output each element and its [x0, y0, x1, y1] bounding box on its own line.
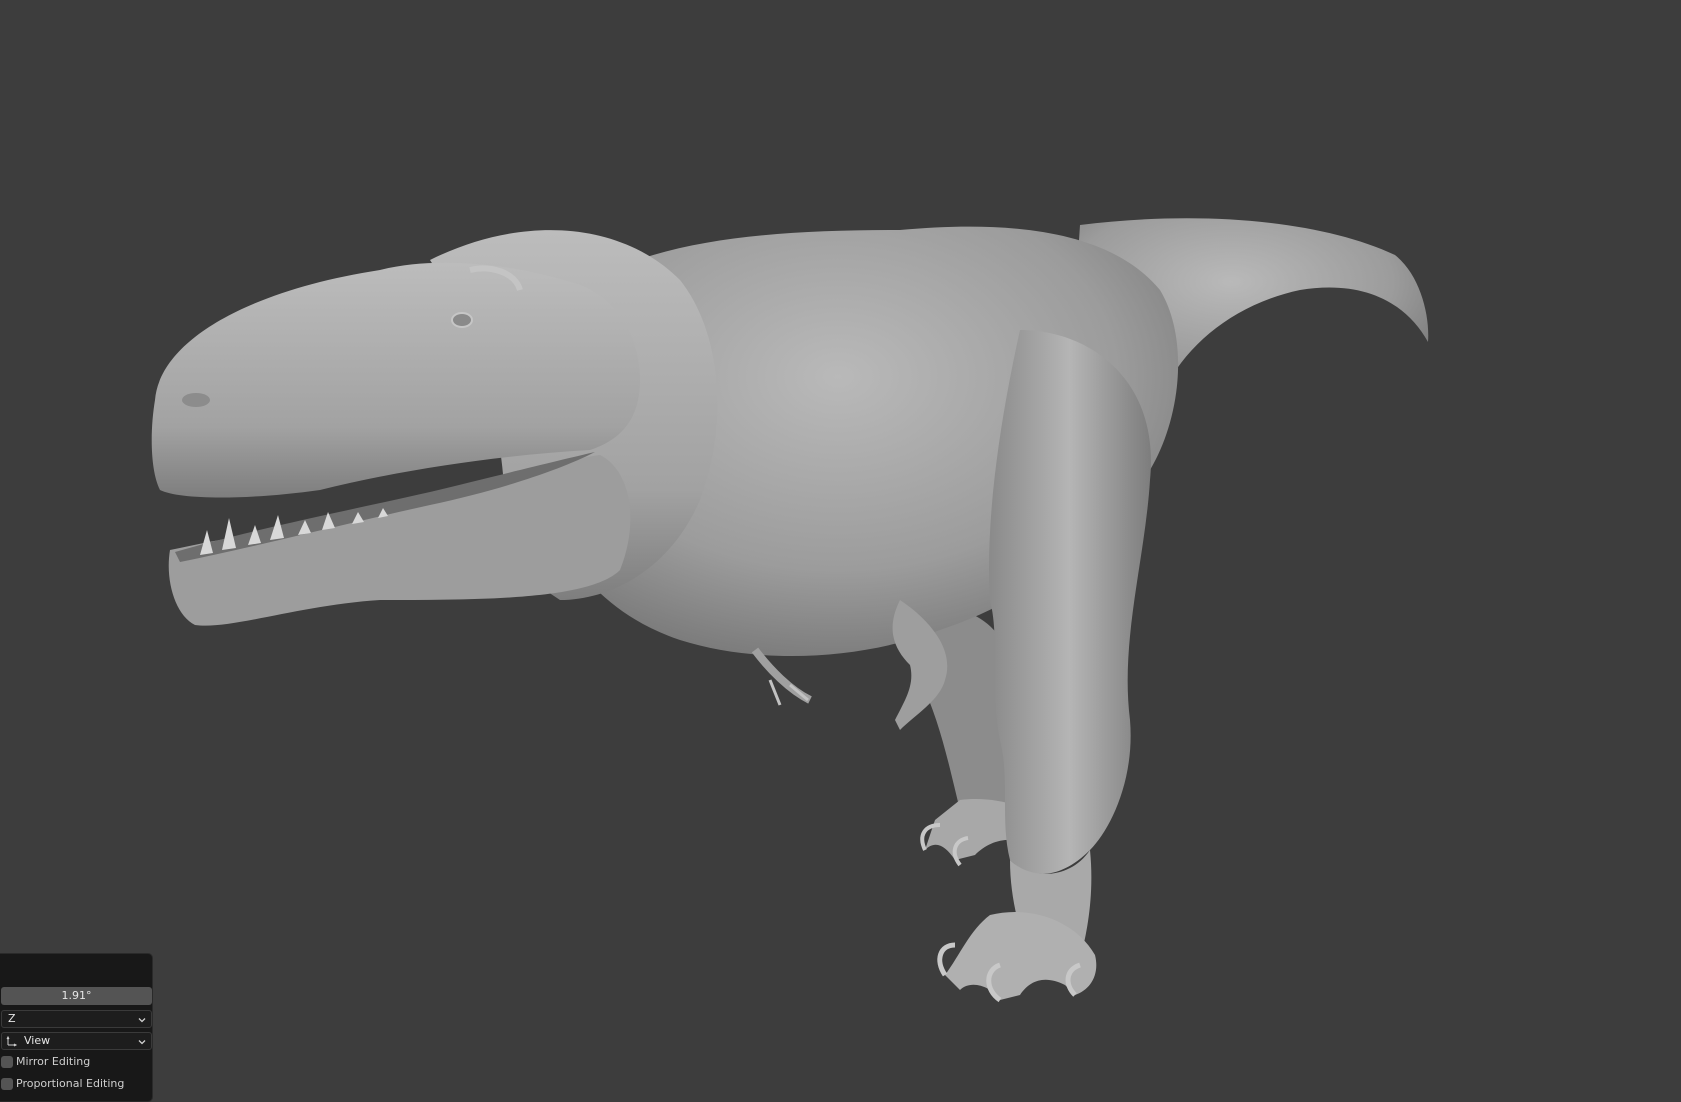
- proportional-editing-label: Proportional Editing: [16, 1077, 125, 1090]
- adjust-last-operation-panel: 1.91° Z View Mirror Editing Proportional…: [0, 953, 153, 1102]
- axis-dropdown-label: Z: [8, 1012, 16, 1025]
- orientation-dropdown[interactable]: View: [1, 1032, 152, 1050]
- nostril: [182, 393, 210, 407]
- angle-value-field[interactable]: 1.91°: [1, 987, 152, 1005]
- chevron-down-icon: [138, 1040, 146, 1045]
- chevron-down-icon: [138, 1018, 146, 1023]
- eye: [451, 312, 473, 328]
- axis-dropdown[interactable]: Z: [1, 1010, 152, 1028]
- 3d-viewport[interactable]: [0, 0, 1681, 1102]
- mirror-editing-checkbox[interactable]: [1, 1056, 13, 1068]
- trex-model-render: [151, 218, 1429, 1003]
- near-thigh: [989, 330, 1151, 874]
- mirror-editing-label: Mirror Editing: [16, 1055, 91, 1068]
- proportional-editing-checkbox[interactable]: [1, 1078, 13, 1090]
- orientation-icon: [6, 1035, 18, 1047]
- orientation-dropdown-label: View: [24, 1034, 51, 1047]
